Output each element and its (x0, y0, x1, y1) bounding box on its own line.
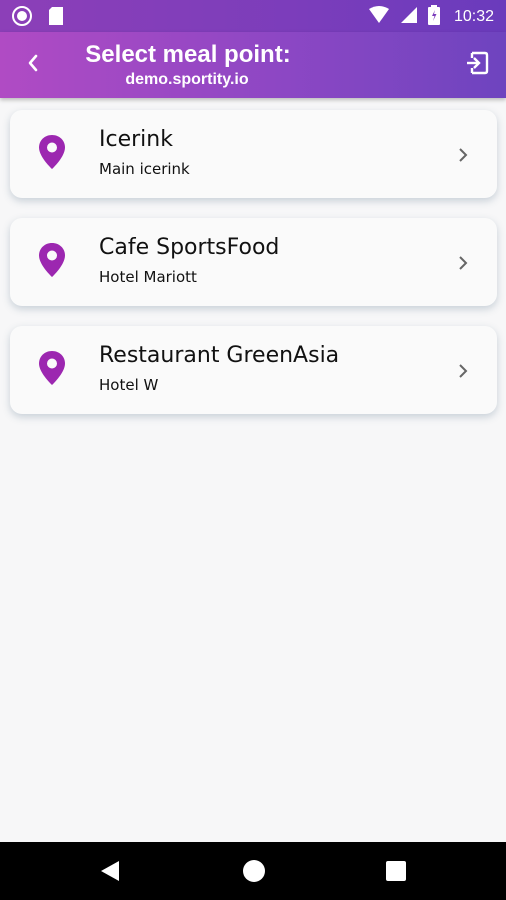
meal-point-card[interactable]: Icerink Main icerink (10, 110, 497, 198)
status-left (12, 6, 64, 30)
signal-icon (400, 6, 418, 28)
wifi-icon (368, 6, 390, 28)
meal-point-location: Hotel Mariott (99, 268, 197, 286)
notification-icon (12, 6, 32, 30)
sd-card-icon (48, 6, 64, 30)
chevron-right-icon (457, 362, 469, 380)
meal-point-location: Hotel W (99, 376, 159, 394)
status-right: 10:32 (368, 5, 494, 29)
logout-button[interactable] (462, 50, 492, 80)
status-bar: 10:32 (0, 0, 506, 32)
nav-back-icon[interactable] (100, 860, 120, 886)
system-nav-bar (0, 842, 506, 900)
status-time: 10:32 (453, 8, 494, 25)
meal-point-location: Main icerink (99, 160, 190, 178)
page-title-block: Select meal point: demo.sportity.io (0, 42, 506, 90)
chevron-right-icon (457, 146, 469, 164)
meal-point-list: Icerink Main icerink Cafe SportsFood Hot… (10, 110, 497, 434)
meal-point-card[interactable]: Cafe SportsFood Hotel Mariott (10, 218, 497, 306)
meal-point-name: Restaurant GreenAsia (99, 343, 340, 368)
nav-recents-icon[interactable] (386, 861, 406, 881)
page-title: Select meal point: (85, 41, 291, 68)
chevron-right-icon (457, 254, 469, 272)
logout-icon (464, 50, 490, 80)
meal-point-name: Icerink (99, 127, 173, 152)
meal-point-card[interactable]: Restaurant GreenAsia Hotel W (10, 326, 497, 414)
battery-icon (427, 5, 440, 29)
meal-point-name: Cafe SportsFood (99, 235, 280, 260)
nav-home-icon[interactable] (243, 860, 265, 882)
page-subtitle: demo.sportity.io (125, 71, 249, 88)
location-pin-icon (38, 134, 66, 170)
location-pin-icon (38, 242, 66, 278)
app-bar: Select meal point: demo.sportity.io (0, 32, 506, 98)
location-pin-icon (38, 350, 66, 386)
